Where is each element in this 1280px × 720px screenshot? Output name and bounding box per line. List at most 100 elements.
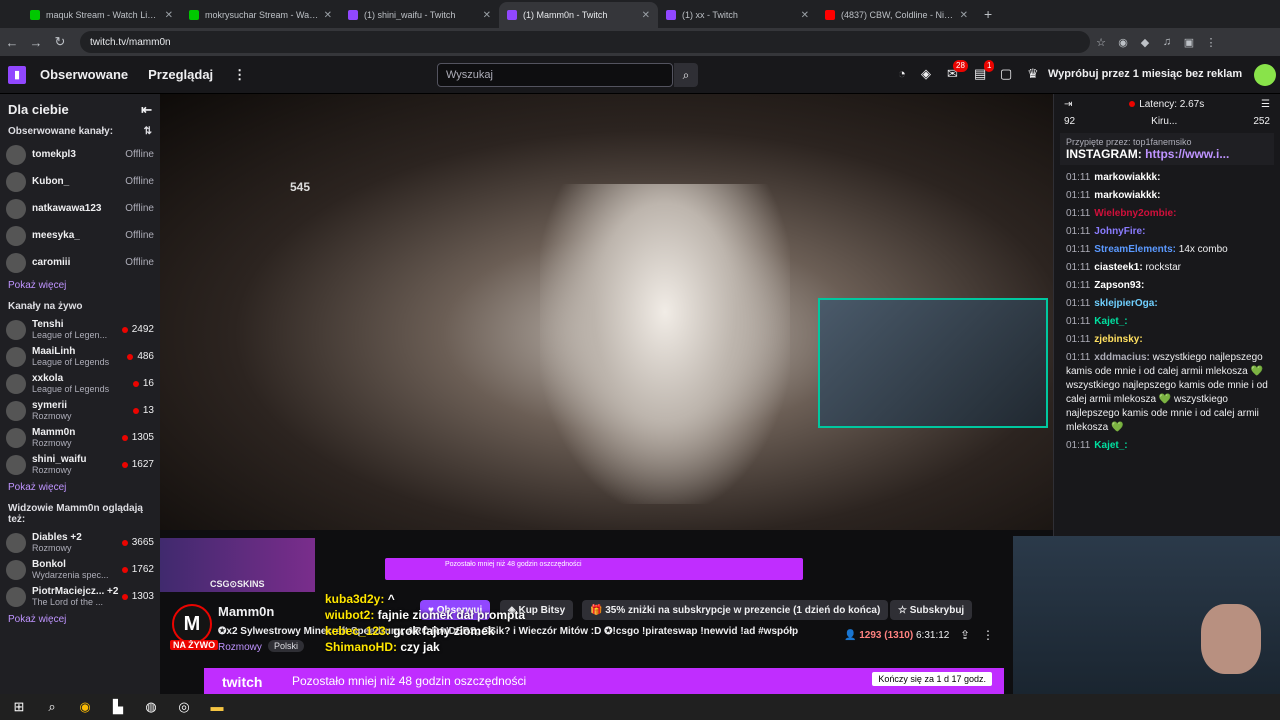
- chat-message[interactable]: 01:11 Zapson93:: [1054, 277, 1280, 295]
- folder-icon[interactable]: ▬: [204, 694, 230, 720]
- video-player[interactable]: 545: [160, 94, 1053, 530]
- bottom-promo-banner[interactable]: twitch Pozostało mniej niż 48 godzin osz…: [204, 668, 1004, 694]
- channel-avatar[interactable]: M: [172, 604, 212, 644]
- pinned-message[interactable]: Przypięte przez: top1fanemsiko INSTAGRAM…: [1060, 133, 1274, 165]
- chat-message[interactable]: 01:11 StreamElements: 14x combo: [1054, 241, 1280, 259]
- show-more-followed[interactable]: Pokaż więcej: [0, 276, 160, 297]
- sidebar-channel[interactable]: caromiii Offline: [0, 249, 160, 276]
- promo-bar[interactable]: Pozostało mniej niż 48 godzin oszczędnoś…: [385, 558, 803, 580]
- search-input[interactable]: Wyszukaj: [437, 63, 673, 87]
- app-icon[interactable]: ▙: [105, 694, 131, 720]
- reload-icon[interactable]: ↻: [48, 34, 72, 50]
- start-icon[interactable]: ⊞: [6, 694, 32, 720]
- chat-message[interactable]: 01:11 Kajet_:: [1054, 437, 1280, 455]
- sidebar-channel[interactable]: Tenshi League of Legen... 2492: [0, 316, 160, 343]
- chat-message[interactable]: 01:11 Kajet_:: [1054, 313, 1280, 331]
- more-options-icon[interactable]: ⋮: [233, 67, 246, 83]
- app-icon[interactable]: ◎: [171, 694, 197, 720]
- chrome-icon[interactable]: ◉: [72, 694, 98, 720]
- sidebar-channel[interactable]: PiotrMaciejcz... +2 The Lord of the ... 13…: [0, 583, 160, 610]
- whispers-icon[interactable]: ▢: [1000, 66, 1012, 82]
- chat-username[interactable]: Zapson93:: [1094, 280, 1144, 291]
- twitch-logo-icon[interactable]: ▮: [8, 65, 26, 84]
- activity-icon[interactable]: ◔: [898, 66, 906, 81]
- sidebar-channel[interactable]: Kubon_ Offline: [0, 168, 160, 195]
- close-tab-icon[interactable]: ✕: [165, 10, 173, 21]
- sidebar-channel[interactable]: xxkola League of Legends 16: [0, 370, 160, 397]
- app-icon[interactable]: ◍: [138, 694, 164, 720]
- sidebar-channel[interactable]: shini_waifu Rozmowy 1627: [0, 451, 160, 478]
- chat-message[interactable]: 01:11 xddmacius: wszystkiego najlepszego …: [1054, 349, 1280, 437]
- chat-message[interactable]: 01:11 markowiakkk:: [1054, 169, 1280, 187]
- chat-message[interactable]: 01:11 sklejpierOga:: [1054, 295, 1280, 313]
- extension-icon[interactable]: ◆: [1134, 36, 1156, 49]
- chat-message[interactable]: 01:11 markowiakkk:: [1054, 187, 1280, 205]
- browser-tab[interactable]: (1) shini_waifu - Twitch ✕: [340, 2, 499, 28]
- sidebar-channel[interactable]: meesyka_ Offline: [0, 222, 160, 249]
- search-icon[interactable]: ⌕: [39, 694, 65, 720]
- close-tab-icon[interactable]: ✕: [324, 10, 332, 21]
- browser-tab[interactable]: (1) xx - Twitch ✕: [658, 2, 817, 28]
- forward-icon[interactable]: →: [24, 35, 48, 50]
- chat-username[interactable]: Kajet_:: [1094, 440, 1127, 451]
- chat-username[interactable]: Wielebny2ombie:: [1094, 208, 1176, 219]
- extension-icon[interactable]: ◉: [1112, 36, 1134, 49]
- chat-message[interactable]: 01:11 ciasteek1: rockstar: [1054, 259, 1280, 277]
- close-tab-icon[interactable]: ✕: [801, 10, 809, 21]
- collapse-sidebar-icon[interactable]: ⇤: [141, 102, 152, 118]
- subscribe-button[interactable]: ☆ Subskrybuj: [890, 600, 973, 620]
- extension-icon[interactable]: ♫: [1156, 36, 1178, 48]
- chat-username[interactable]: JohnyFire:: [1094, 226, 1145, 237]
- extensions-puzzle-icon[interactable]: ▣: [1178, 36, 1200, 49]
- stream-category[interactable]: Rozmowy: [218, 642, 262, 653]
- chat-username[interactable]: StreamElements:: [1094, 244, 1176, 255]
- prime-offer[interactable]: Wypróbuj przez 1 miesiąc bez reklam: [1048, 68, 1242, 80]
- bookmark-star-icon[interactable]: ☆: [1090, 36, 1112, 49]
- search-icon[interactable]: ⌕: [674, 63, 698, 87]
- collapse-chat-icon[interactable]: ⇥: [1064, 99, 1072, 110]
- pinned-link[interactable]: https://www.i...: [1145, 147, 1229, 161]
- chat-username[interactable]: Kajet_:: [1094, 316, 1127, 327]
- close-tab-icon[interactable]: ✕: [960, 10, 968, 21]
- promo-cta-button[interactable]: Kończy się za 1 d 17 godz.: [872, 672, 992, 686]
- more-icon[interactable]: ⋮: [982, 628, 994, 642]
- browser-tab[interactable]: (1) Mamm0n - Twitch ✕: [499, 2, 658, 28]
- sort-icon[interactable]: ⇅: [144, 126, 152, 137]
- menu-icon[interactable]: ⋮: [1200, 36, 1222, 49]
- channel-name[interactable]: Mamm0n: [218, 604, 274, 619]
- sidebar-channel[interactable]: Diables +2 Rozmowy 3665: [0, 529, 160, 556]
- bits-icon[interactable]: ◈: [921, 66, 931, 82]
- chat-message[interactable]: 01:11 JohnyFire:: [1054, 223, 1280, 241]
- back-icon[interactable]: ←: [0, 35, 24, 50]
- close-tab-icon[interactable]: ✕: [642, 10, 650, 21]
- csgo-skins-ad[interactable]: CSG⊙SKINS: [160, 538, 315, 592]
- sidebar-channel[interactable]: tomekpl3 Offline: [0, 141, 160, 168]
- browser-tab[interactable]: mokrysuchar Stream - Watch L ✕: [181, 2, 340, 28]
- new-tab-icon[interactable]: +: [976, 6, 1000, 28]
- chat-message[interactable]: 01:11 Wielebny2ombie:: [1054, 205, 1280, 223]
- browser-tab[interactable]: maquk Stream - Watch Live on ✕: [22, 2, 181, 28]
- chat-message[interactable]: 01:11 zjebinsky:: [1054, 331, 1280, 349]
- sidebar-channel[interactable]: Bonkol Wydarzenia spec... 1762: [0, 556, 160, 583]
- nav-following[interactable]: Obserwowane: [40, 67, 128, 82]
- close-tab-icon[interactable]: ✕: [483, 10, 491, 21]
- sidebar-channel[interactable]: MaaiLinh League of Legends 486: [0, 343, 160, 370]
- share-icon[interactable]: ⇪: [960, 628, 970, 642]
- sidebar-channel[interactable]: Mamm0n Rozmowy 1305: [0, 424, 160, 451]
- address-bar[interactable]: twitch.tv/mamm0n: [80, 31, 1090, 53]
- chat-username[interactable]: zjebinsky:: [1094, 334, 1142, 345]
- chat-username[interactable]: markowiakkk:: [1094, 190, 1160, 201]
- prime-crown-icon[interactable]: ♛: [1027, 66, 1039, 82]
- chat-username[interactable]: markowiakkk:: [1094, 172, 1160, 183]
- nav-browse[interactable]: Przeglądaj: [148, 67, 213, 82]
- show-more-live[interactable]: Pokaż więcej: [0, 478, 160, 499]
- chat-username[interactable]: xddmacius:: [1094, 352, 1150, 363]
- language-tag[interactable]: Polski: [268, 640, 305, 652]
- user-avatar[interactable]: [1254, 64, 1276, 86]
- chat-users-icon[interactable]: ☰: [1261, 99, 1270, 110]
- chat-username[interactable]: ciasteek1:: [1094, 262, 1142, 273]
- sidebar-channel[interactable]: symerii Rozmowy 13: [0, 397, 160, 424]
- chat-username[interactable]: sklejpierOga:: [1094, 298, 1157, 309]
- show-more-also[interactable]: Pokaż więcej: [0, 610, 160, 631]
- browser-tab[interactable]: (4837) CBW, Coldline - Nikog ✕: [817, 2, 976, 28]
